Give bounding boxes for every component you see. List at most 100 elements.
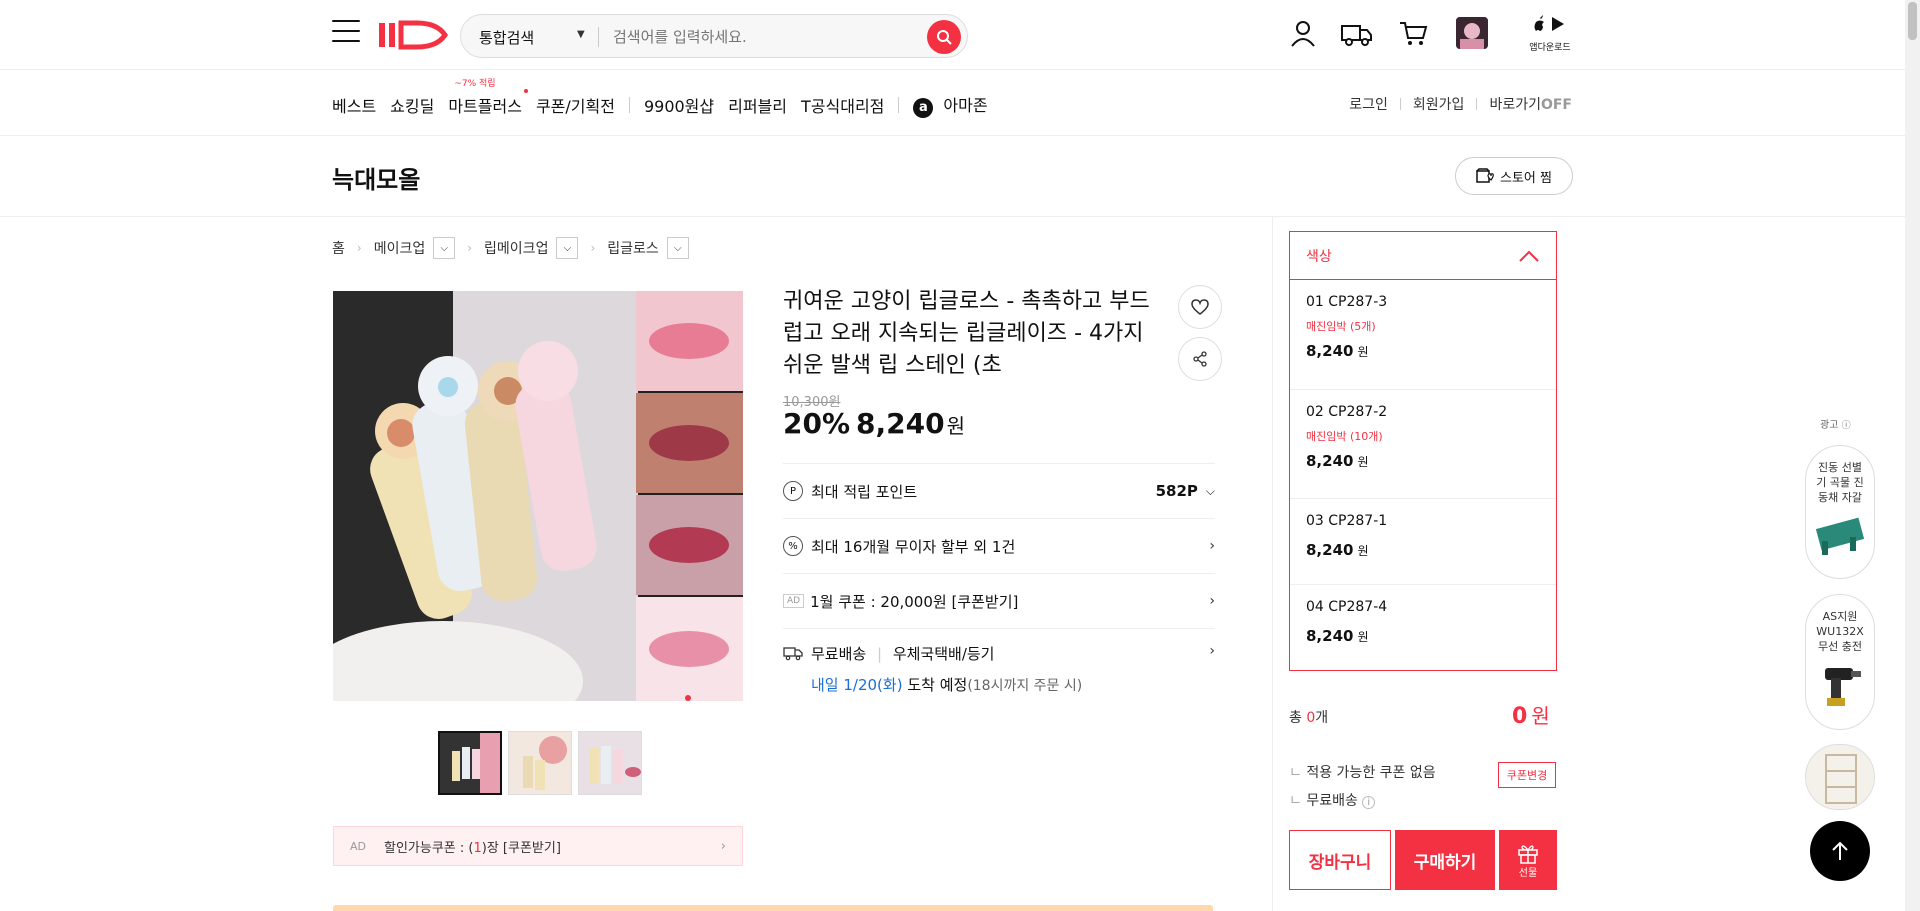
main-nav: 베스트 쇼킹딜 ~7% 적립 마트플러스 쿠폰/기획전 9900원샵 리퍼블리 …: [332, 79, 1002, 118]
product-thumbnail[interactable]: [578, 731, 642, 795]
heart-icon: [1191, 299, 1209, 315]
store-name[interactable]: 늑대모올: [332, 160, 420, 195]
chevron-down-icon[interactable]: ▼: [577, 29, 585, 40]
installment-text: 최대 16개월 무이자 할부 외 1건: [811, 537, 1016, 556]
delivery-truck-icon: [783, 647, 803, 661]
menu-icon[interactable]: [332, 20, 360, 44]
add-to-cart-button[interactable]: 장바구니: [1289, 830, 1391, 890]
delivery-note: (18시까지 주문 시): [967, 678, 1083, 694]
side-ad-item[interactable]: AS지원 WU132X 무선 충전: [1805, 594, 1875, 730]
nav-item-shocking-deal[interactable]: 쇼킹딜: [390, 93, 434, 117]
nav-item-9900-shop[interactable]: 9900원샵: [644, 93, 714, 117]
shortcut-label: 바로가기: [1489, 97, 1541, 113]
shortcut-state: OFF: [1540, 97, 1572, 113]
search-icon: [937, 30, 952, 45]
installment-row[interactable]: % 최대 16개월 무이자 할부 외 1건 ›: [783, 518, 1215, 573]
option-header[interactable]: 색상: [1290, 232, 1556, 280]
buy-now-button[interactable]: 구매하기: [1395, 830, 1495, 890]
discount-rate: 20%: [783, 407, 851, 440]
delivery-truck-icon[interactable]: [1340, 16, 1374, 50]
chevron-right-icon: ›: [356, 241, 362, 255]
gift-button[interactable]: 선물: [1499, 830, 1557, 890]
store-heart-icon: [1476, 168, 1494, 183]
option-price: 8,240 원: [1306, 342, 1369, 360]
nav-item-best[interactable]: 베스트: [332, 93, 376, 117]
new-dot: [523, 88, 528, 93]
coupon-text: 1월 쿠폰 : 20,000원 [쿠폰받기]: [810, 592, 1019, 611]
nav-item-refurbly[interactable]: 리퍼블리: [728, 93, 787, 117]
vibrating-sieve-image: [1815, 517, 1865, 555]
option-name: 01 CP287-3: [1306, 294, 1388, 310]
shipping-row[interactable]: 무료배송 | 우체국택배/등기 내일 1/20(화) 도착 예정(18시까지 주…: [783, 628, 1215, 700]
signup-link[interactable]: 회원가입: [1413, 94, 1465, 114]
points-label: 최대 적립 포인트: [811, 482, 918, 501]
scroll-to-top-button[interactable]: [1810, 821, 1870, 881]
search-input[interactable]: [613, 24, 913, 50]
ad-badge: AD: [783, 594, 805, 608]
product-thumbnail[interactable]: [508, 731, 572, 795]
store-fav-label: 스토어 찜: [1500, 170, 1552, 186]
search-button[interactable]: [927, 20, 961, 54]
apple-play-icon: [1534, 15, 1564, 31]
coupon-change-button[interactable]: 쿠폰변경: [1498, 762, 1556, 788]
user-icon[interactable]: [1286, 16, 1320, 50]
breadcrumb: 홈 › 메이크업 ⌵ › 립메이크업 ⌵ › 립글로스 ⌵: [332, 237, 689, 259]
breadcrumb-lip-gloss[interactable]: 립글로스: [607, 238, 659, 258]
option-item[interactable]: 04 CP287-4 8,240 원: [1290, 585, 1556, 670]
wishlist-button[interactable]: [1178, 285, 1222, 329]
nav-item-t-official[interactable]: T공식대리점: [801, 93, 884, 117]
points-row[interactable]: P 최대 적립 포인트 582P ⌵: [783, 463, 1215, 518]
profile-avatar[interactable]: [1456, 17, 1488, 49]
scrollbar-thumb[interactable]: [1908, 2, 1917, 40]
ad-coupon-banner[interactable]: AD 할인가능쿠폰 : (1)장 [쿠폰받기] ›: [333, 826, 743, 866]
arrow-up-icon: [1832, 841, 1848, 860]
option-panel: 색상 01 CP287-3 매진임박 (5개) 8,240 원 02 CP287-…: [1289, 231, 1557, 671]
coupon-text: 할인가능쿠폰 : (1)장 [쿠폰받기]: [384, 840, 561, 856]
currency-unit: 원: [946, 414, 966, 438]
shortcut-toggle[interactable]: 바로가기OFF: [1489, 94, 1572, 114]
chevron-down-icon[interactable]: ⌵: [433, 237, 456, 259]
breadcrumb-home[interactable]: 홈: [332, 238, 345, 258]
search-category-select[interactable]: 통합검색: [479, 27, 534, 48]
store-fav-button[interactable]: 스토어 찜: [1455, 157, 1573, 195]
shipping-status: ㄴ 무료배송 i: [1289, 790, 1376, 810]
coupon-row[interactable]: AD 1월 쿠폰 : 20,000원 [쿠폰받기] ›: [783, 573, 1215, 628]
option-price: 8,240 원: [1306, 541, 1369, 559]
breadcrumb-makeup[interactable]: 메이크업: [374, 238, 426, 258]
chevron-down-icon[interactable]: ⌵: [666, 237, 689, 259]
side-ad-item[interactable]: 진동 선별기 곡물 진동채 자갈: [1805, 445, 1875, 579]
login-link[interactable]: 로그인: [1349, 94, 1388, 114]
chevron-right-icon: ›: [467, 241, 473, 255]
nav-item-label: 마트플러스: [448, 96, 522, 116]
shipping-info: 무료배송 | 우체국택배/등기 내일 1/20(화) 도착 예정(18시까지 주…: [811, 643, 1082, 695]
option-item[interactable]: 01 CP287-3 매진임박 (5개) 8,240 원: [1290, 280, 1556, 390]
breadcrumb-lip-makeup[interactable]: 립메이크업: [484, 238, 548, 258]
share-button[interactable]: [1178, 337, 1222, 381]
11st-logo[interactable]: [377, 17, 449, 53]
scrollbar[interactable]: [1905, 0, 1920, 911]
option-stock: 매진임박 (10개): [1306, 430, 1383, 443]
option-item[interactable]: 03 CP287-1 8,240 원: [1290, 499, 1556, 585]
delivery-suffix: 도착 예정: [907, 676, 968, 694]
chevron-right-icon: ›: [590, 241, 596, 255]
option-name: 04 CP287-4: [1306, 599, 1388, 615]
nav-item-amazon[interactable]: a 아마존: [913, 92, 988, 118]
sale-price: 8,240: [856, 407, 945, 440]
product-title: 귀여운 고양이 립글로스 - 촉촉하고 부드럽고 오래 지속되는 립글레이즈 -…: [783, 289, 1150, 378]
nav-item-coupon[interactable]: 쿠폰/기획전: [536, 93, 615, 117]
divider: |: [876, 645, 883, 663]
chevron-right-icon: ›: [1209, 643, 1215, 659]
divider: [0, 69, 1920, 70]
side-ad-item[interactable]: [1805, 744, 1875, 810]
nav-item-mart-plus[interactable]: ~7% 적립 마트플러스: [448, 79, 528, 117]
chevron-down-icon[interactable]: ⌵: [556, 237, 579, 259]
divider: [1399, 98, 1401, 110]
product-main-image[interactable]: [333, 291, 743, 701]
option-item[interactable]: 02 CP287-2 매진임박 (10개) 8,240 원: [1290, 390, 1556, 499]
cart-icon[interactable]: [1396, 16, 1430, 50]
total-count: 총 0개: [1289, 710, 1329, 726]
app-download[interactable]: 앱다운로드: [1528, 14, 1572, 53]
product-thumbnail[interactable]: [438, 731, 502, 795]
shelf-image: [1806, 745, 1874, 809]
top-right-links: 로그인 회원가입 바로가기OFF: [1349, 94, 1572, 114]
